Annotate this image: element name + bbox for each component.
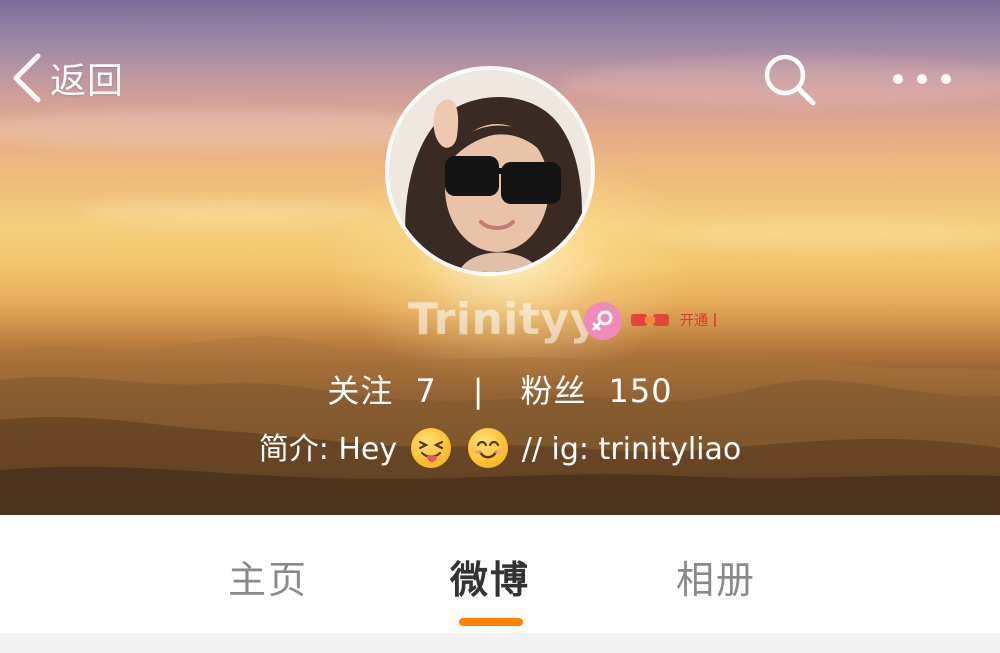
stats-separator: | [472,372,485,410]
tab-home[interactable]: 主页 [228,549,308,604]
vip-crown-icon [631,314,669,326]
vip-badge[interactable]: 开通 [630,308,718,332]
bio-row: 简介: Hey // ig: trinityliao [0,424,1000,468]
followers-stat[interactable]: 粉丝 150 [521,366,673,412]
name-row: Trinityy 开通 [0,294,1000,350]
bio-suffix: // ig: trinityliao [521,432,742,467]
following-label: 关注 [327,372,394,410]
more-dots-icon [893,74,951,84]
following-stat[interactable]: 关注 7 [327,366,436,412]
bio-prefix: 简介: Hey [258,432,398,467]
followers-count: 150 [608,372,673,410]
vip-label: 开通 [680,313,708,329]
profile-avatar[interactable] [385,66,595,276]
vip-bracket-icon [714,313,716,327]
avatar-photo [389,70,591,272]
search-button[interactable] [760,50,820,110]
back-label: 返回 [50,61,125,102]
followers-label: 粉丝 [520,372,587,410]
smiling-emoji [468,428,509,468]
tab-album[interactable]: 相册 [676,549,756,604]
cloud-band [650,220,1000,250]
cloud-band [80,200,380,224]
back-button[interactable]: 返回 [10,50,124,106]
content-divider [0,633,1000,653]
tongue-out-emoji [410,428,451,468]
following-count: 7 [415,372,437,410]
profile-tab-bar: 主页 微博 相册 [0,515,1000,633]
chevron-left-icon [13,53,41,103]
active-tab-indicator [459,618,523,626]
female-icon [584,302,622,340]
search-icon [764,54,816,106]
tab-weibo[interactable]: 微博 [450,549,530,604]
username[interactable]: Trinityy [408,294,599,345]
stats-row: 关注 7 | 粉丝 150 [0,366,1000,412]
more-button[interactable] [884,54,960,104]
